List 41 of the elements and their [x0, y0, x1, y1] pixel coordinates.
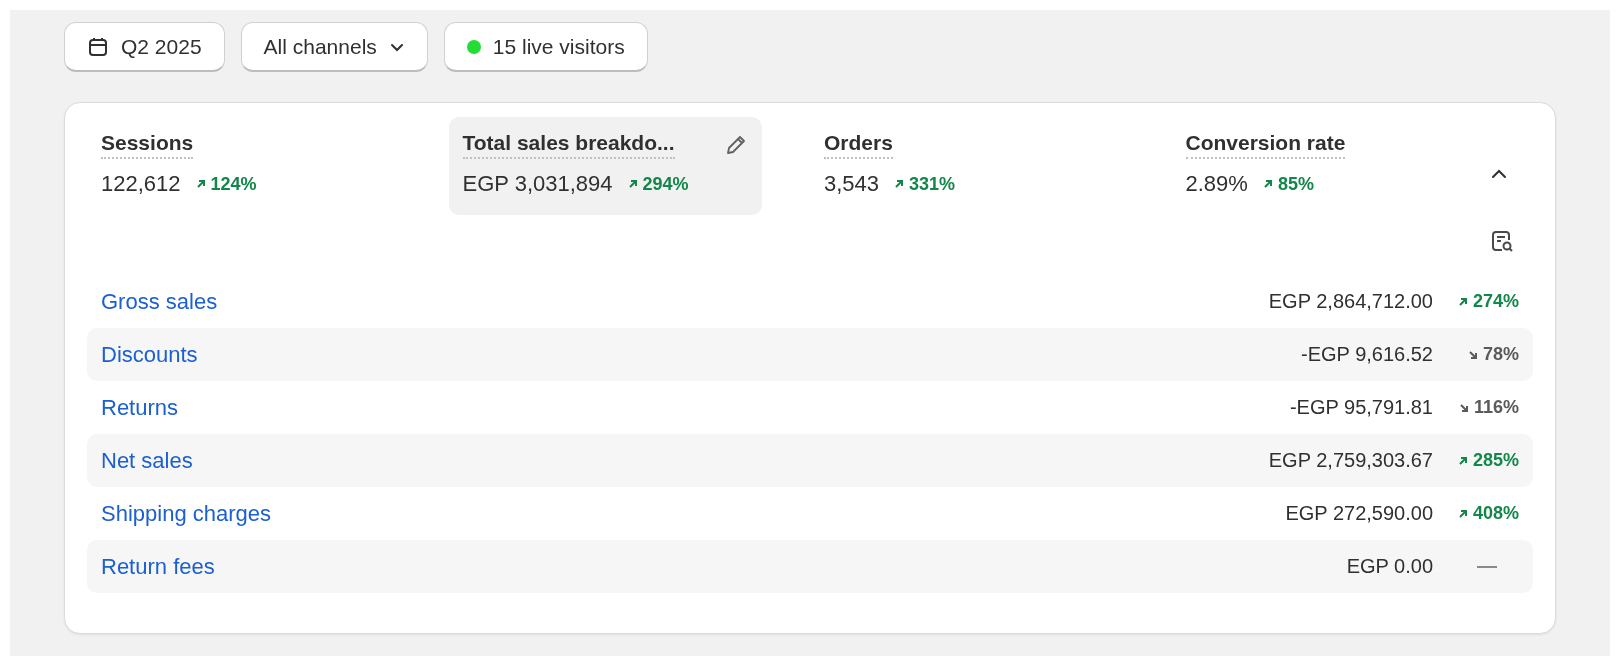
metric-value: EGP 3,031,894 — [462, 171, 613, 197]
metric-label: Total sales breakdo... — [462, 131, 675, 159]
metric-change: 331% — [909, 173, 956, 195]
metric-label: Conversion rate — [1185, 131, 1346, 159]
breakdown-link[interactable]: Net sales — [101, 447, 193, 474]
metric-value: 122,612 — [101, 171, 181, 197]
metric-change: 85% — [1277, 173, 1314, 195]
breakdown-value: EGP 2,864,712.00 — [1268, 290, 1433, 313]
breakdown-change: 408% — [1472, 503, 1519, 524]
date-range-button[interactable]: Q2 2025 — [64, 22, 225, 72]
live-visitors-button[interactable]: 15 live visitors — [443, 22, 648, 72]
metric-tab[interactable]: Orders 3,543 331% — [810, 117, 1124, 215]
metric-change: 124% — [210, 173, 257, 195]
channel-filter-button[interactable]: All channels — [240, 22, 428, 72]
arrow-up-right-icon — [893, 178, 906, 190]
metric-value: 2.89% — [1185, 171, 1248, 197]
breakdown-link[interactable]: Return fees — [101, 553, 215, 580]
arrow-down-right-icon — [1466, 348, 1479, 361]
metric-value: 3,543 — [824, 171, 880, 197]
pencil-icon[interactable] — [724, 133, 748, 157]
breakdown-value: EGP 2,759,303.67 — [1268, 449, 1433, 472]
breakdown-link[interactable]: Discounts — [101, 341, 198, 368]
metric-tab[interactable]: Conversion rate 2.89% 85% — [1171, 117, 1485, 215]
breakdown-change: 274% — [1472, 291, 1519, 312]
breakdown-value: EGP 0.00 — [1346, 555, 1433, 578]
breakdown-change: 285% — [1472, 450, 1519, 471]
breakdown-link[interactable]: Shipping charges — [101, 500, 271, 527]
breakdown-link[interactable]: Returns — [101, 394, 179, 421]
arrow-down-right-icon — [1457, 401, 1470, 414]
breakdown-link[interactable]: Gross sales — [101, 288, 218, 315]
calendar-icon — [87, 35, 109, 58]
metric-label: Orders — [824, 131, 893, 159]
metric-change: 294% — [642, 173, 689, 195]
metric-label: Sessions — [101, 131, 194, 159]
breakdown-value: -EGP 9,616.52 — [1301, 343, 1433, 366]
breakdown-change: 116% — [1473, 397, 1519, 418]
breakdown-value: -EGP 95,791.81 — [1289, 396, 1433, 419]
breakdown-change: 78% — [1482, 344, 1519, 365]
metric-tab[interactable]: Total sales breakdo... EGP 3,031,894 294% — [448, 117, 762, 215]
breakdown-value: EGP 272,590.00 — [1285, 502, 1433, 525]
metric-tab[interactable]: Sessions 122,612 124% — [87, 117, 401, 215]
